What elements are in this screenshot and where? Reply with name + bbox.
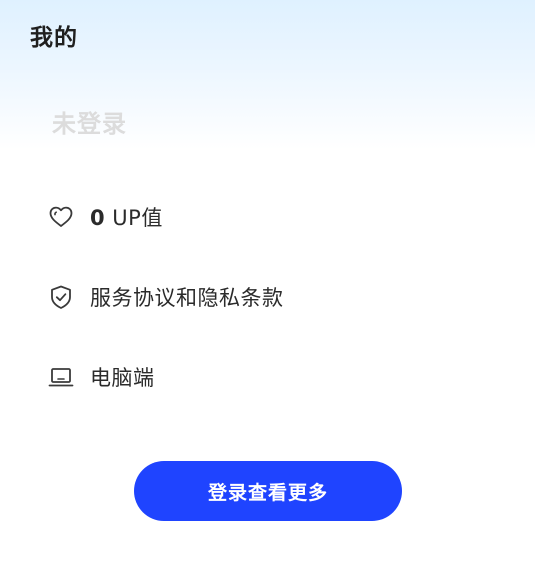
up-value-text: UP值 — [105, 206, 163, 230]
login-status-text[interactable]: 未登录 — [52, 104, 127, 139]
up-value-label: 0 UP值 — [90, 202, 163, 232]
laptop-icon — [46, 362, 76, 392]
menu-item-desktop[interactable]: 电脑端 — [46, 357, 486, 397]
up-value-number: 0 — [90, 206, 106, 230]
page-title: 我的 — [30, 25, 78, 51]
menu-item-terms-privacy[interactable]: 服务协议和隐私条款 — [46, 277, 486, 317]
desktop-label: 电脑端 — [90, 366, 155, 390]
login-button[interactable]: 登录查看更多 — [134, 461, 402, 521]
terms-privacy-label: 服务协议和隐私条款 — [90, 286, 284, 310]
menu-item-up-value[interactable]: 0 UP值 — [46, 197, 486, 237]
heart-icon — [46, 202, 76, 232]
shield-check-icon — [46, 282, 76, 312]
